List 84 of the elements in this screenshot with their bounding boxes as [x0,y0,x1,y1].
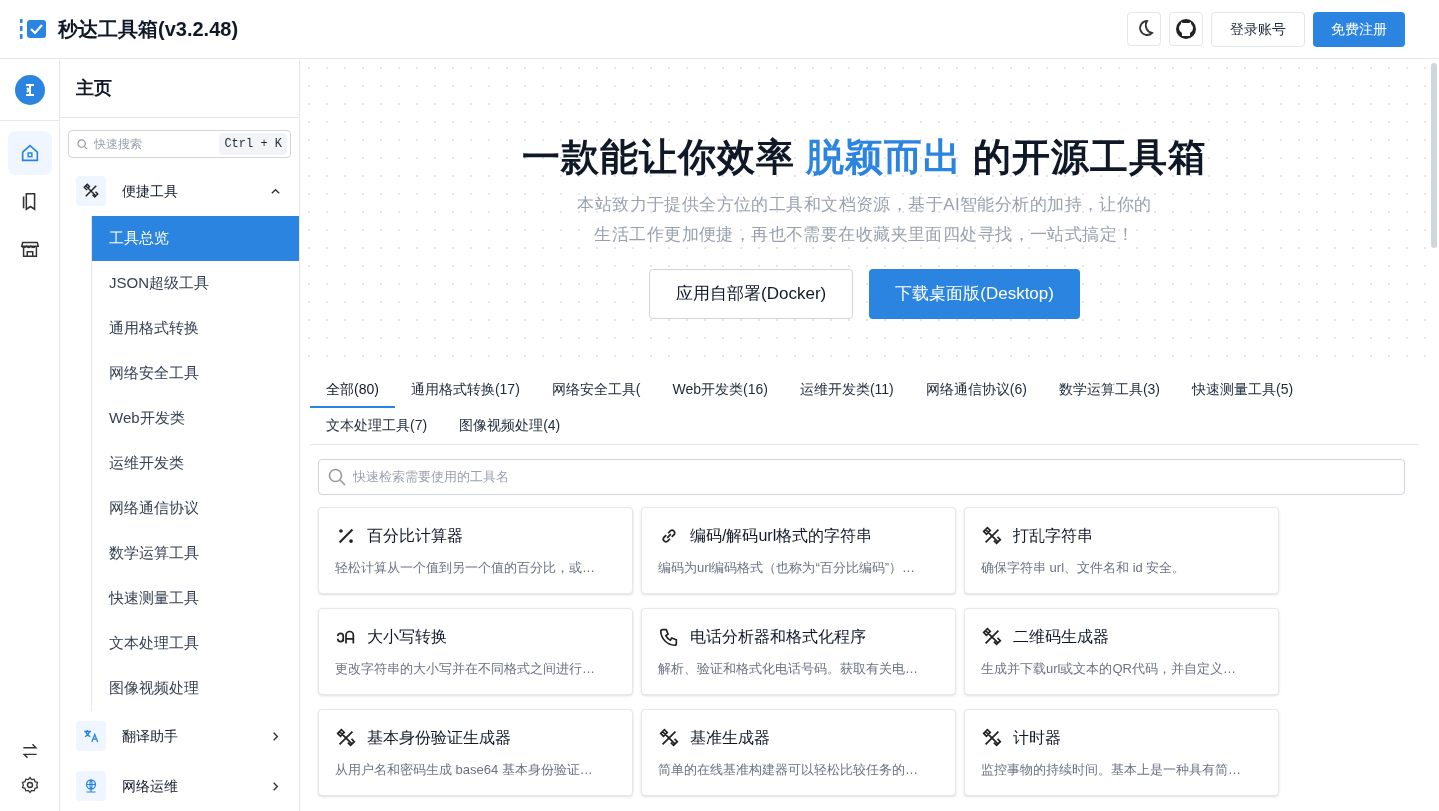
sidebar-group[interactable]: 便捷工具 [60,166,299,216]
tool-card[interactable]: 计时器 监控事物的持续时间。基本上是一种具有简… [964,709,1279,796]
theme-toggle-button[interactable] [1127,12,1161,46]
tool-title: 二维码生成器 [1013,627,1109,647]
sidebar-item[interactable]: 网络通信协议 [92,486,299,531]
tool-description: 从用户名和密码生成 base64 基本身份验证… [335,761,594,779]
tools-icon [335,727,357,749]
tool-card[interactable]: 编码/解码url格式的字符串 编码为url编码格式（也称为“百分比编码”）… [641,507,956,594]
tool-title: 大小写转换 [367,627,447,647]
phone-icon [658,626,680,648]
hero-headline: 一款能让你效率 脱颖而出 的开源工具箱 [521,135,1208,180]
search-field[interactable]: 快速搜索 Ctrl + K [68,130,291,158]
sidebar-group[interactable]: 翻译助手 [60,711,299,761]
scrollbar[interactable] [1431,63,1437,248]
category-tab[interactable]: 全部(80) [310,372,395,408]
tool-description: 监控事物的持续时间。基本上是一种具有简… [981,761,1242,779]
sidebar-item[interactable]: 网络安全工具 [92,351,299,396]
category-tab[interactable]: 文本处理工具(7) [310,408,444,444]
tool-title: 电话分析器和格式化程序 [690,627,866,647]
tools-icon [981,727,1003,749]
category-tab[interactable]: 数学运算工具(3) [1042,372,1177,408]
tool-title: 编码/解码url格式的字符串 [690,526,873,546]
download-button[interactable]: 下载桌面版(Desktop) [869,269,1080,319]
search-icon [328,468,346,486]
sidebar-item[interactable]: 运维开发类 [92,441,299,486]
category-tab[interactable]: Web开发类(16) [656,372,784,408]
tool-title: 打乱字符串 [1013,526,1093,546]
app-title: 秒达工具箱(v3.2.48) [58,17,239,42]
translate-icon [82,727,100,745]
tool-title: 计时器 [1013,728,1061,748]
tool-title: 基准生成器 [690,728,770,748]
sidebar-item[interactable]: 数学运算工具 [92,531,299,576]
sidebar-item[interactable]: 文本处理工具 [92,621,299,666]
tools-icon [981,525,1003,547]
tool-card[interactable]: 百分比计算器 轻松计算从一个值到另一个值的百分比，或… [318,507,633,594]
tool-title: 百分比计算器 [367,526,463,546]
tool-card[interactable]: 大小写转换 更改字符串的大小写并在不同格式之间进行… [318,608,633,695]
signup-button[interactable]: 免费注册 [1313,11,1405,47]
shortcut-hint: Ctrl + K [219,133,287,156]
chevron-right-icon [270,730,281,742]
sidebar-item[interactable]: 通用格式转换 [92,306,299,351]
tool-description: 生成并下载url或文本的QR代码，并自定义… [981,660,1237,678]
avatar-icon[interactable] [14,74,45,105]
sidebar-item[interactable]: JSON超级工具 [92,261,299,306]
settings-icon [19,775,40,795]
category-tab[interactable]: 网络通信协议(6) [909,372,1043,408]
tool-card[interactable]: 二维码生成器 生成并下载url或文本的QR代码，并自定义… [964,608,1279,695]
sidebar-item[interactable]: Web开发类 [92,396,299,441]
tools-icon [981,626,1003,648]
deploy-button[interactable]: 应用自部署(Docker) [649,269,854,319]
tool-description: 确保字符串 url、文件名和 id 安全。 [981,559,1187,577]
hero-subtitle: 本站致力于提供全方位的工具和文档资源，基于AI智能分析的加持，让你的 [577,194,1152,216]
sidebar-item[interactable]: 工具总览 [92,216,299,261]
tool-search-field[interactable]: 快速检索需要使用的工具名 [318,459,1405,495]
tool-description: 解析、验证和格式化电话号码。获取有关电… [658,660,919,678]
tool-description: 简单的在线基准构建器可以轻松比较任务的… [658,761,919,779]
tool-card[interactable]: 基准生成器 简单的在线基准构建器可以轻松比较任务的… [641,709,956,796]
github-icon [1174,17,1198,41]
hero-subtitle: 生活工作更加便捷，再也不需要在收藏夹里面四处寻找，一站式搞定！ [594,223,1135,246]
sidebar-title: 主页 [76,76,112,100]
sidebar-item[interactable]: 快速测量工具 [92,576,299,621]
tool-card[interactable]: 打乱字符串 确保字符串 url、文件名和 id 安全。 [964,507,1279,594]
tool-description: 编码为url编码格式（也称为“百分比编码”）… [658,559,917,577]
tool-card[interactable]: 电话分析器和格式化程序 解析、验证和格式化电话号码。获取有关电… [641,608,956,695]
github-button[interactable] [1169,12,1203,46]
tool-search-input[interactable]: 快速检索需要使用的工具名 [353,467,1395,487]
tool-title: 基本身份验证生成器 [367,728,511,748]
category-tab[interactable]: 运维开发类(11) [783,372,910,408]
chevron-right-icon [270,780,281,792]
category-tab[interactable]: 快速测量工具(5) [1176,372,1310,408]
sidebar-item[interactable]: 图像视频处理 [92,666,299,711]
tools-icon [82,182,100,200]
tools-icon [658,727,680,749]
logo-icon [20,17,48,41]
tool-description: 轻松计算从一个值到另一个值的百分比，或… [335,559,596,577]
login-button[interactable]: 登录账号 [1211,11,1305,47]
search-input[interactable]: 快速搜索 [94,135,220,154]
tool-description: 更改字符串的大小写并在不同格式之间进行… [335,660,596,678]
category-tab[interactable]: 通用格式转换(17) [394,372,536,408]
category-tab[interactable]: 图像视频处理(4) [443,408,577,444]
search-icon [77,138,88,150]
tool-card[interactable]: 基本身份验证生成器 从用户名和密码生成 base64 基本身份验证… [318,709,633,796]
category-tab[interactable]: 网络安全工具( [535,372,657,408]
sidebar-group[interactable]: 网络运维 [60,761,299,811]
